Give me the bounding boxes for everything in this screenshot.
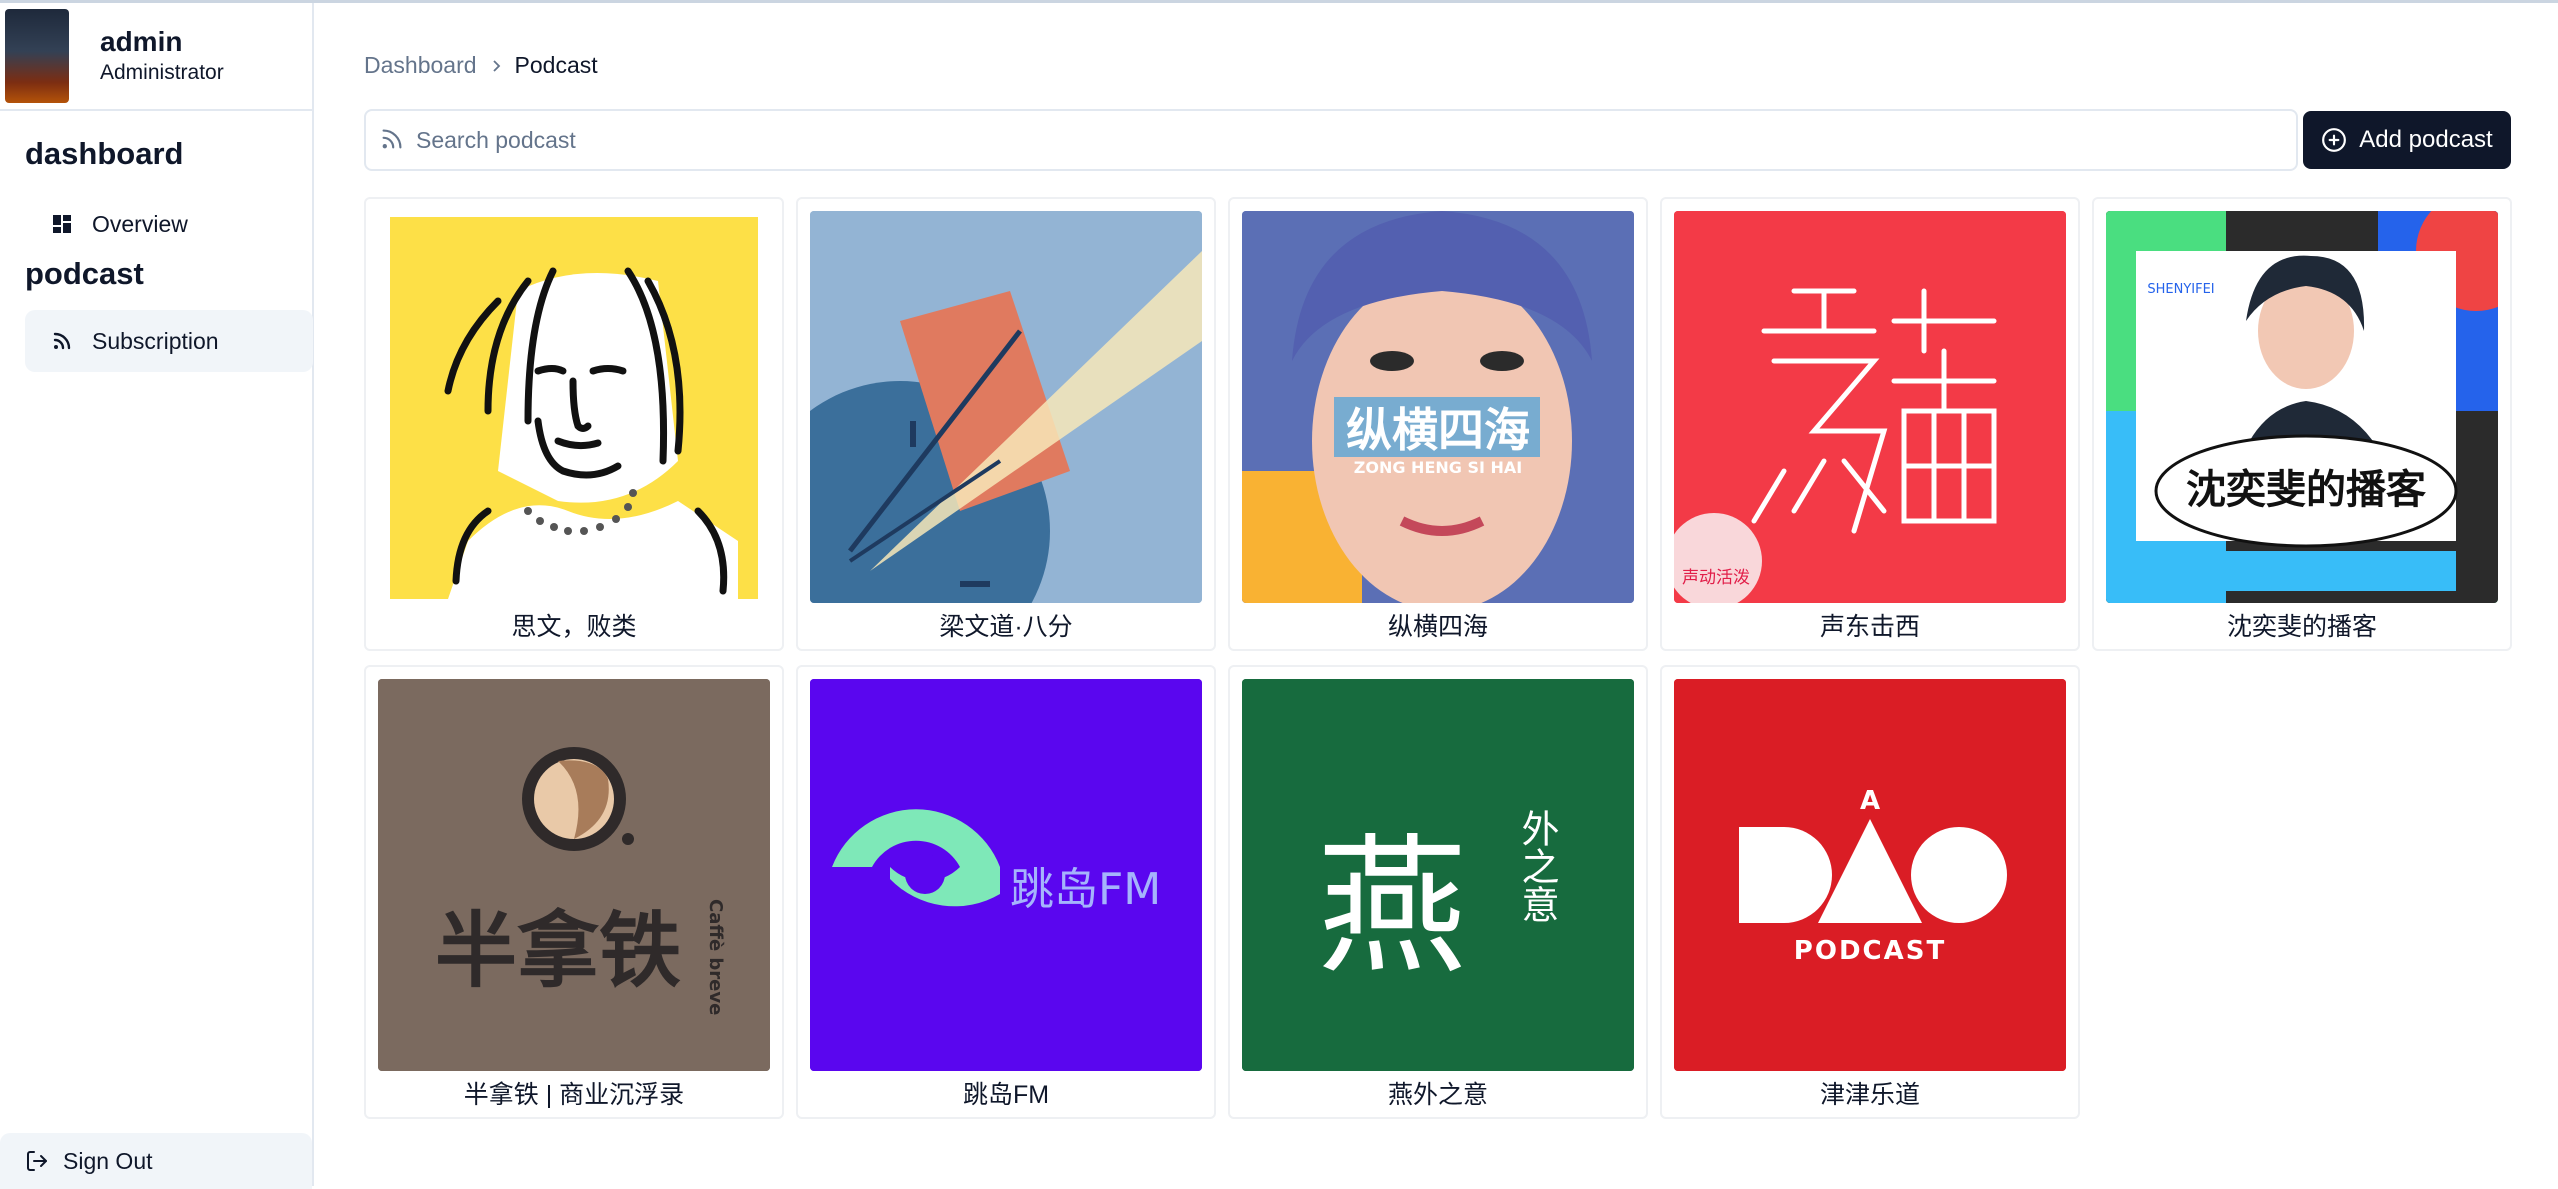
podcast-card[interactable]: 燕 外之意 燕外之意 — [1228, 665, 1648, 1119]
cover-text: 跳岛FM — [1010, 864, 1161, 915]
sign-out-icon — [25, 1149, 49, 1173]
podcast-cover: 燕 外之意 — [1242, 679, 1634, 1071]
user-profile[interactable]: admin Administrator — [0, 3, 312, 111]
sidebar: admin Administrator dashboard Overview p… — [0, 3, 314, 1189]
podcast-card[interactable]: A PODCAST 津津乐道 — [1660, 665, 2080, 1119]
podcast-cover: 声动活泼 — [1674, 211, 2066, 603]
cover-subtext: PODCAST — [1794, 936, 1946, 966]
podcast-cover — [810, 211, 1202, 603]
cover-badge: 声动活泼 — [1682, 568, 1750, 588]
cover-text: 纵横四海 — [1346, 403, 1530, 457]
search-bar — [364, 109, 2298, 171]
podcast-card[interactable]: 沈奕斐的播客 SHENYIFEI 沈奕斐的播客 — [2092, 197, 2512, 651]
podcast-cover: 跳岛FM — [810, 679, 1202, 1071]
podcast-card[interactable]: 纵横四海 ZONG HENG SI HAI 纵横四海 — [1228, 197, 1648, 651]
sidebar-item-label: Subscription — [92, 327, 219, 354]
podcast-title: 津津乐道 — [1819, 1081, 1920, 1109]
sidebar-item-label: Overview — [92, 210, 188, 237]
podcast-card[interactable]: 半拿铁 Caffè breve 半拿铁 | 商业沉浮录 — [364, 665, 784, 1119]
sign-out-button[interactable]: Sign Out — [0, 1133, 312, 1189]
cover-text: 燕 — [1317, 821, 1467, 995]
section-title-dashboard: dashboard — [25, 136, 184, 171]
cover-top-text: A — [1860, 786, 1880, 816]
cover-text: 沈奕斐的播客 — [2186, 467, 2426, 513]
add-podcast-label: Add podcast — [2359, 126, 2493, 153]
podcast-title: 沈奕斐的播客 — [2226, 613, 2377, 641]
podcast-card[interactable]: 梁文道·八分 — [796, 197, 1216, 651]
user-role: Administrator — [100, 61, 224, 84]
podcast-title: 燕外之意 — [1387, 1081, 1488, 1109]
podcast-title: 半拿铁 | 商业沉浮录 — [463, 1081, 685, 1109]
podcast-cover — [378, 211, 770, 603]
podcast-title: 思文，败类 — [511, 613, 637, 641]
podcast-cover: 半拿铁 Caffè breve — [378, 679, 770, 1071]
podcast-title: 声东击西 — [1819, 613, 1920, 641]
section-title-podcast: podcast — [25, 256, 144, 291]
chevron-right-icon — [489, 59, 503, 73]
dashboard-grid-icon — [50, 212, 74, 236]
user-name: admin — [100, 26, 183, 57]
user-info: admin Administrator — [100, 25, 224, 87]
breadcrumb: Dashboard Podcast — [364, 52, 598, 79]
podcast-title: 纵横四海 — [1387, 613, 1488, 641]
top-border — [0, 0, 2558, 3]
podcast-cover: 纵横四海 ZONG HENG SI HAI — [1242, 211, 1634, 603]
podcast-card[interactable]: 声动活泼 声东击西 — [1660, 197, 2080, 651]
podcast-title: 梁文道·八分 — [939, 613, 1073, 641]
podcast-cover: 沈奕斐的播客 SHENYIFEI — [2106, 211, 2498, 603]
search-input[interactable] — [416, 126, 2216, 154]
sign-out-label: Sign Out — [63, 1147, 153, 1174]
avatar — [5, 9, 69, 103]
plus-circle-icon — [2321, 127, 2347, 153]
cover-subtext: ZONG HENG SI HAI — [1354, 458, 1522, 477]
breadcrumb-current: Podcast — [514, 52, 598, 78]
breadcrumb-dashboard-link[interactable]: Dashboard — [364, 52, 477, 79]
rss-icon — [50, 329, 74, 353]
podcast-card[interactable]: 跳岛FM 跳岛FM — [796, 665, 1216, 1119]
cover-subtext: SHENYIFEI — [2147, 282, 2214, 297]
cover-subtext: Caffè breve — [705, 899, 726, 1015]
add-podcast-button[interactable]: Add podcast — [2303, 111, 2511, 169]
sidebar-item-overview[interactable]: Overview — [25, 193, 313, 255]
cover-subtext: 外之意 — [1515, 809, 1559, 923]
podcast-card[interactable]: 思文，败类 — [364, 197, 784, 651]
sidebar-item-subscription[interactable]: Subscription — [25, 310, 313, 372]
podcast-cover: A PODCAST — [1674, 679, 2066, 1071]
rss-icon — [380, 127, 406, 153]
cover-text: 半拿铁 — [435, 904, 681, 999]
podcast-title: 跳岛FM — [962, 1081, 1050, 1109]
